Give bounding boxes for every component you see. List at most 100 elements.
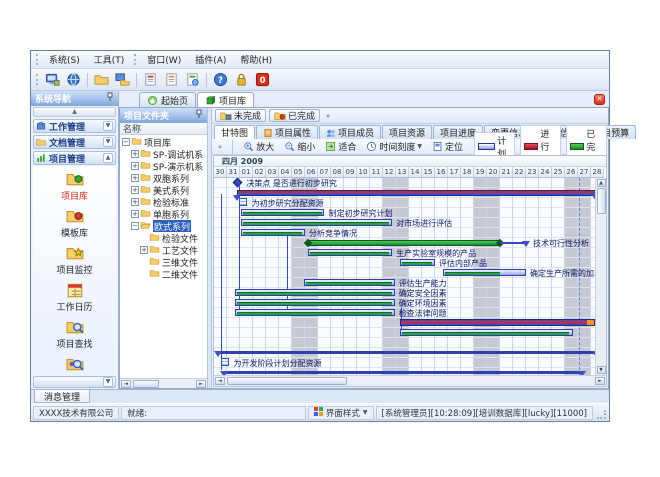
gantt-button-放大[interactable]: 放大 [240,139,277,154]
scroll-thumb[interactable] [227,377,347,385]
tree-item-SP-调试机系[interactable]: +SP-调试机系 [120,148,207,160]
report-orange-icon[interactable] [161,70,182,89]
nav-item-项目监控[interactable]: 项目监控 [33,244,116,276]
gantt-bar-plan[interactable] [235,309,395,316]
gantt-bar-plan[interactable] [241,209,324,216]
tree-item-二维文件[interactable]: 二维文件 [120,268,207,280]
nav-bottom-partial-group[interactable]: ▼ [33,376,116,388]
subtab-项目属性[interactable]: 项目属性 [256,125,318,139]
tree-item-检验文件[interactable]: 检验文件 [120,232,207,244]
report-green-icon[interactable] [182,70,203,89]
nav-item-模板库[interactable]: 模板库 [33,207,116,239]
menu-item[interactable]: 插件(A) [188,54,233,68]
message-panel-tab[interactable]: 消息管理 [34,390,90,403]
scroll-left-icon[interactable]: ◄ [215,377,225,385]
task-node-icon[interactable] [221,358,229,366]
lock-icon[interactable] [231,70,252,89]
stop-icon[interactable]: 0 [252,70,273,89]
open-folder-icon[interactable] [91,70,112,89]
pin-icon[interactable] [195,109,203,122]
nav-item-项目查找[interactable]: 项目查找 [33,318,116,350]
tree-item-三维文件[interactable]: 三维文件 [120,256,207,268]
tree-column-header[interactable]: 名称 [120,123,207,135]
tree-item-欧式系列[interactable]: −欧式系列 [120,220,207,232]
tab-项目库[interactable]: 项目库 [197,92,254,107]
scroll-left-icon[interactable]: ◄ [121,380,131,388]
tree-item-检验标准[interactable]: +检验标准 [120,196,207,208]
collapse-icon[interactable]: − [131,222,139,230]
gantt-button-缩小[interactable]: 缩小 [281,139,318,154]
scroll-right-icon[interactable]: ► [595,377,605,385]
more-buttons-icon[interactable]: » [323,112,333,120]
menu-item[interactable]: 工具(T) [87,54,132,68]
collapse-icon[interactable]: − [122,138,130,146]
help-icon[interactable]: ? [210,70,231,89]
tab-起始页[interactable]: 起始页 [139,92,196,107]
nav-item-任务查找[interactable]: 任务查找 [33,355,116,375]
scroll-right-icon[interactable]: ► [196,380,206,388]
gantt-bar-plan[interactable] [241,219,392,226]
task-node-icon[interactable] [239,198,247,206]
menu-grip-2[interactable] [134,54,137,65]
gantt-bar-summary-thin[interactable] [218,351,596,354]
filter-button-未完成[interactable]: 未完成 [215,109,266,122]
scroll-up-icon[interactable]: ▲ [597,179,606,187]
expand-icon[interactable]: + [131,198,139,206]
nav-scroll-up-button[interactable]: ▲ [33,107,116,117]
chevron-down-icon[interactable]: ▼ [103,137,113,147]
monitor-folder-icon[interactable] [112,70,133,89]
gantt-vertical-scrollbar[interactable]: ▲ ▼ [595,178,606,375]
gantt-horizontal-scrollbar[interactable]: ◄ ► [214,375,606,386]
expand-icon[interactable]: + [131,210,139,218]
gantt-button-定位[interactable]: 定位 [429,139,466,154]
scroll-down-icon[interactable]: ▼ [597,366,606,374]
expand-icon[interactable]: + [131,174,139,182]
tree-item-工艺文件[interactable]: +工艺文件 [120,244,207,256]
tree-item-美式系列[interactable]: +美式系列 [120,184,207,196]
toolbar-overflow-icon[interactable]: » [215,143,225,151]
close-icon[interactable]: ✕ [594,94,605,105]
gantt-bar-in-progress[interactable] [400,319,595,326]
resize-grip[interactable] [595,406,607,420]
expand-icon[interactable]: + [131,150,139,158]
tree-item-项目库[interactable]: −项目库 [120,136,207,148]
nav-item-工作日历[interactable]: 工作日历 [33,281,116,313]
subtab-项目资源[interactable]: 项目资源 [382,125,432,139]
gantt-button-适合[interactable]: 适合 [322,139,359,154]
pin-icon[interactable] [106,92,114,105]
tree-item-SP-演示机系[interactable]: +SP-演示机系 [120,160,207,172]
tree-item-双胞系列[interactable]: +双胞系列 [120,172,207,184]
gantt-bar-summary-thin[interactable] [224,371,582,374]
nav-group-文档管理[interactable]: 文档管理▼ [33,135,116,149]
chevron-down-icon[interactable]: ▼ [103,377,113,387]
nav-group-工作管理[interactable]: 工作管理▼ [33,119,116,133]
computer-icon[interactable] [42,70,63,89]
gantt-bar-in-progress[interactable] [237,190,596,196]
tree-horizontal-scrollbar[interactable]: ◄ ► [120,378,207,388]
gantt-bar-plan[interactable] [443,269,526,276]
gantt-bar-plan[interactable] [308,249,393,256]
gantt-bar-plan[interactable] [241,229,305,236]
chevron-up-icon[interactable]: ▲ [103,153,113,163]
gantt-button-时间刻度[interactable]: 时间刻度▼ [363,139,425,154]
expand-icon[interactable]: + [131,162,139,170]
menu-item[interactable]: 帮助(H) [233,54,279,68]
globe-icon[interactable] [63,70,84,89]
menu-item[interactable]: 窗口(W) [140,54,188,68]
gantt-bar-plan[interactable] [304,279,395,286]
menu-item[interactable]: 系统(S) [42,54,87,68]
gantt-bar-plan[interactable] [235,299,395,306]
gantt-bar-plan[interactable] [235,289,395,296]
subtab-甘特图[interactable]: 甘特图 [214,125,255,139]
menu-grip[interactable] [36,54,39,65]
gantt-bar-plan[interactable] [400,259,435,266]
nav-item-项目库[interactable]: 项目库 [33,170,116,202]
subtab-项目成员[interactable]: 项目成员 [319,125,381,139]
gantt-grid[interactable]: 决策点 是否进行初步研究为初步研究分配资源制定初步研究计划对市场进行评估分析竞争… [214,178,604,375]
report-red-icon[interactable] [140,70,161,89]
toolbar-grip[interactable] [36,74,39,85]
expand-icon[interactable]: + [140,246,148,254]
ui-style-button[interactable]: 界面样式 ▼ [308,406,374,420]
gantt-bar-completed-summary[interactable] [308,240,500,246]
scroll-thumb[interactable] [597,188,606,214]
